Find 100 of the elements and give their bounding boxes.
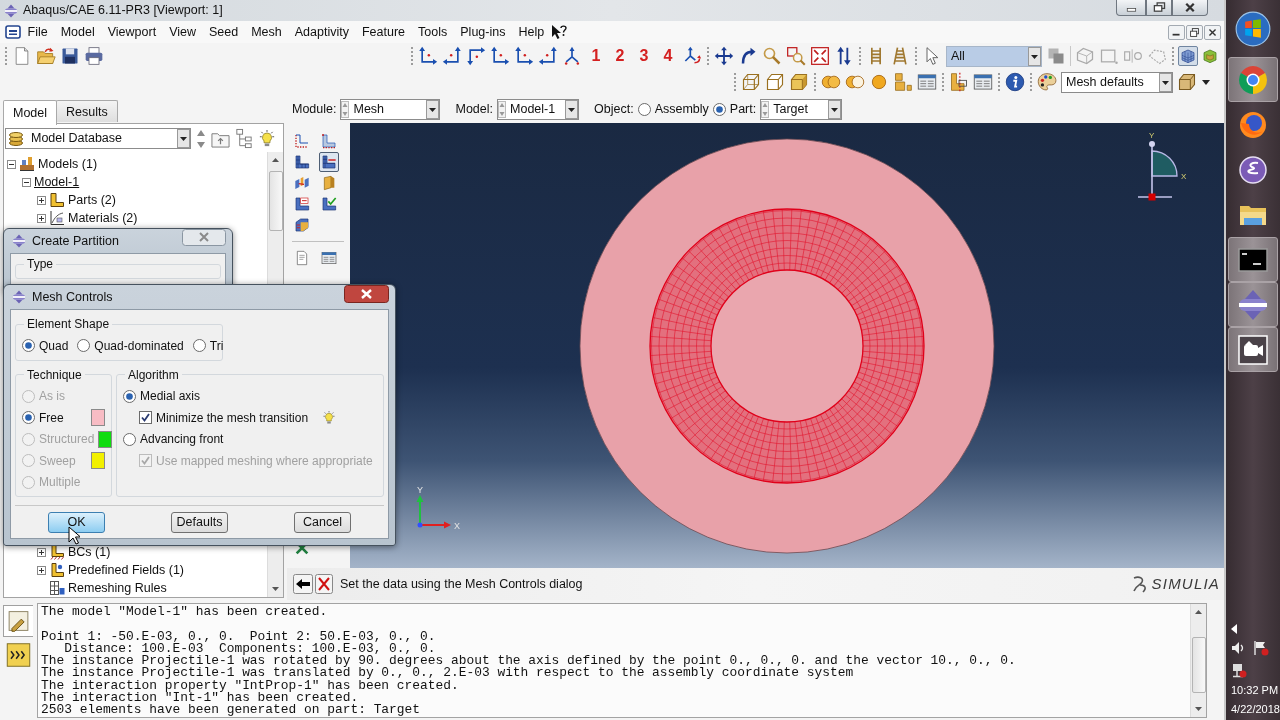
radio-button[interactable] (22, 411, 35, 425)
radio-button[interactable] (22, 339, 35, 353)
save-icon[interactable] (60, 46, 80, 66)
view-number-button[interactable]: 1 (584, 45, 608, 67)
dialog-button[interactable]: OK (48, 512, 105, 533)
radio-button[interactable] (77, 339, 91, 353)
mesh-cube-icon[interactable] (1178, 46, 1198, 66)
minimize-icon[interactable] (1168, 24, 1185, 40)
menu-item[interactable]: Plug-ins (453, 23, 512, 41)
iso-axes-icon[interactable] (562, 46, 582, 66)
tree-structure-icon[interactable] (235, 128, 253, 149)
collapse-icon[interactable] (22, 177, 31, 187)
axes-view-icon[interactable] (418, 46, 438, 66)
module-dropdown[interactable]: Mesh (340, 98, 441, 120)
app-menu-icon[interactable] (5, 25, 21, 39)
menu-item[interactable]: View (162, 23, 203, 41)
flag-icon[interactable] (1253, 640, 1269, 656)
expand-icon[interactable] (37, 565, 46, 575)
model-database-dropdown[interactable]: Model Database (5, 128, 191, 149)
box-zoom-icon[interactable] (786, 46, 806, 66)
restore-icon[interactable] (1186, 24, 1203, 40)
menu-item[interactable]: Help (511, 23, 551, 41)
expand-icon[interactable] (37, 195, 46, 205)
palette-icon[interactable] (1037, 72, 1057, 92)
dialog-button[interactable]: Cancel (294, 512, 351, 533)
axes-view-icon[interactable] (538, 46, 558, 66)
section-cut-icon[interactable] (949, 72, 969, 92)
scrollbar[interactable] (1190, 604, 1206, 717)
close-icon[interactable] (344, 285, 389, 303)
tree-item[interactable]: Models (1) (38, 156, 98, 172)
view-number-button[interactable]: 2 (608, 45, 632, 67)
view-number-button[interactable]: 4 (656, 45, 680, 67)
expand-arrow-icon[interactable] (1231, 624, 1237, 634)
taskbar-button[interactable] (1228, 327, 1278, 372)
clock-time[interactable]: 10:32 PM (1231, 684, 1279, 697)
printer-icon[interactable] (84, 46, 104, 66)
collapse-icon[interactable] (7, 159, 16, 169)
menu-item[interactable]: Seed (202, 23, 245, 41)
menu-item[interactable]: Model (54, 23, 102, 41)
menu-item[interactable]: Tools (411, 23, 454, 41)
menu-item[interactable]: Feature (355, 23, 412, 41)
fit-view-icon[interactable] (810, 46, 830, 66)
cube-icon[interactable] (1177, 72, 1197, 92)
circle-icon[interactable] (869, 72, 889, 92)
minimize-icon[interactable] (1116, 0, 1146, 16)
axes-view-icon[interactable] (442, 46, 462, 66)
labeled-l-shape-icon[interactable] (292, 194, 312, 214)
seed-part-icon[interactable] (319, 131, 339, 151)
window-icon[interactable] (973, 72, 993, 92)
radio-button[interactable] (637, 102, 651, 116)
expand-icon[interactable] (37, 213, 46, 223)
axes-view-icon[interactable] (466, 46, 486, 66)
clock-date[interactable]: 4/22/2018 (1231, 703, 1280, 716)
wireframe-cube-icon[interactable] (741, 72, 761, 92)
view-number-button[interactable]: 3 (632, 45, 656, 67)
open-folder-icon[interactable] (36, 46, 56, 66)
window-icon[interactable] (917, 72, 937, 92)
whats-this-icon[interactable] (550, 24, 567, 40)
tree-item[interactable]: Parts (2) (68, 192, 116, 208)
radio-button[interactable] (123, 432, 136, 446)
tree-item[interactable]: BCs (1) (68, 544, 111, 560)
partition-cube-icon[interactable] (292, 215, 312, 235)
restore-icon[interactable] (1146, 0, 1172, 16)
radio-button[interactable] (712, 102, 726, 116)
model-dropdown[interactable]: Model-1 (497, 98, 579, 120)
close-icon[interactable] (1204, 24, 1221, 40)
axes-view-icon[interactable] (514, 46, 534, 66)
dialog-button[interactable]: Defaults (171, 512, 228, 533)
scroll-thumb[interactable] (1191, 637, 1206, 693)
render-style-dropdown[interactable]: Mesh defaults (1061, 71, 1173, 93)
panel-tab[interactable]: Results (56, 100, 118, 122)
part-dropdown[interactable]: Target (760, 98, 843, 120)
scroll-thumb[interactable] (268, 171, 283, 231)
hidden-line-cube-icon[interactable] (765, 72, 785, 92)
network-icon[interactable] (1231, 662, 1247, 678)
stacked-squares-icon[interactable] (1046, 46, 1066, 66)
menu-item[interactable]: Viewport (101, 23, 163, 41)
radio-button[interactable] (123, 389, 136, 403)
rotate-axes-icon[interactable] (682, 46, 702, 66)
selection-filter-dropdown[interactable]: All (946, 45, 1042, 67)
taskbar-button[interactable] (1228, 237, 1278, 282)
mesh-part-icon[interactable] (292, 152, 312, 172)
expand-icon[interactable] (37, 547, 46, 557)
menu-item[interactable]: Adaptivity (288, 23, 356, 41)
pan-icon[interactable] (714, 46, 734, 66)
tree-item[interactable]: Model-1 (34, 174, 80, 190)
checkbox[interactable] (139, 411, 152, 425)
shaded-cube-icon[interactable] (789, 72, 809, 92)
speaker-icon[interactable] (1231, 640, 1245, 656)
radio-button[interactable] (192, 339, 206, 353)
axes-view-icon[interactable] (490, 46, 510, 66)
menu-item[interactable]: Mesh (244, 23, 289, 41)
close-icon[interactable] (1172, 0, 1208, 16)
tree-item[interactable]: Predefined Fields (1) (68, 562, 185, 578)
mesh-controls-icon[interactable] (319, 152, 339, 172)
caret-icon[interactable] (1202, 79, 1210, 85)
blocks-icon[interactable] (893, 72, 913, 92)
tree-item[interactable]: Materials (2) (68, 210, 138, 226)
start-orb-icon[interactable] (1235, 11, 1271, 47)
menu-item[interactable]: File (21, 23, 55, 41)
